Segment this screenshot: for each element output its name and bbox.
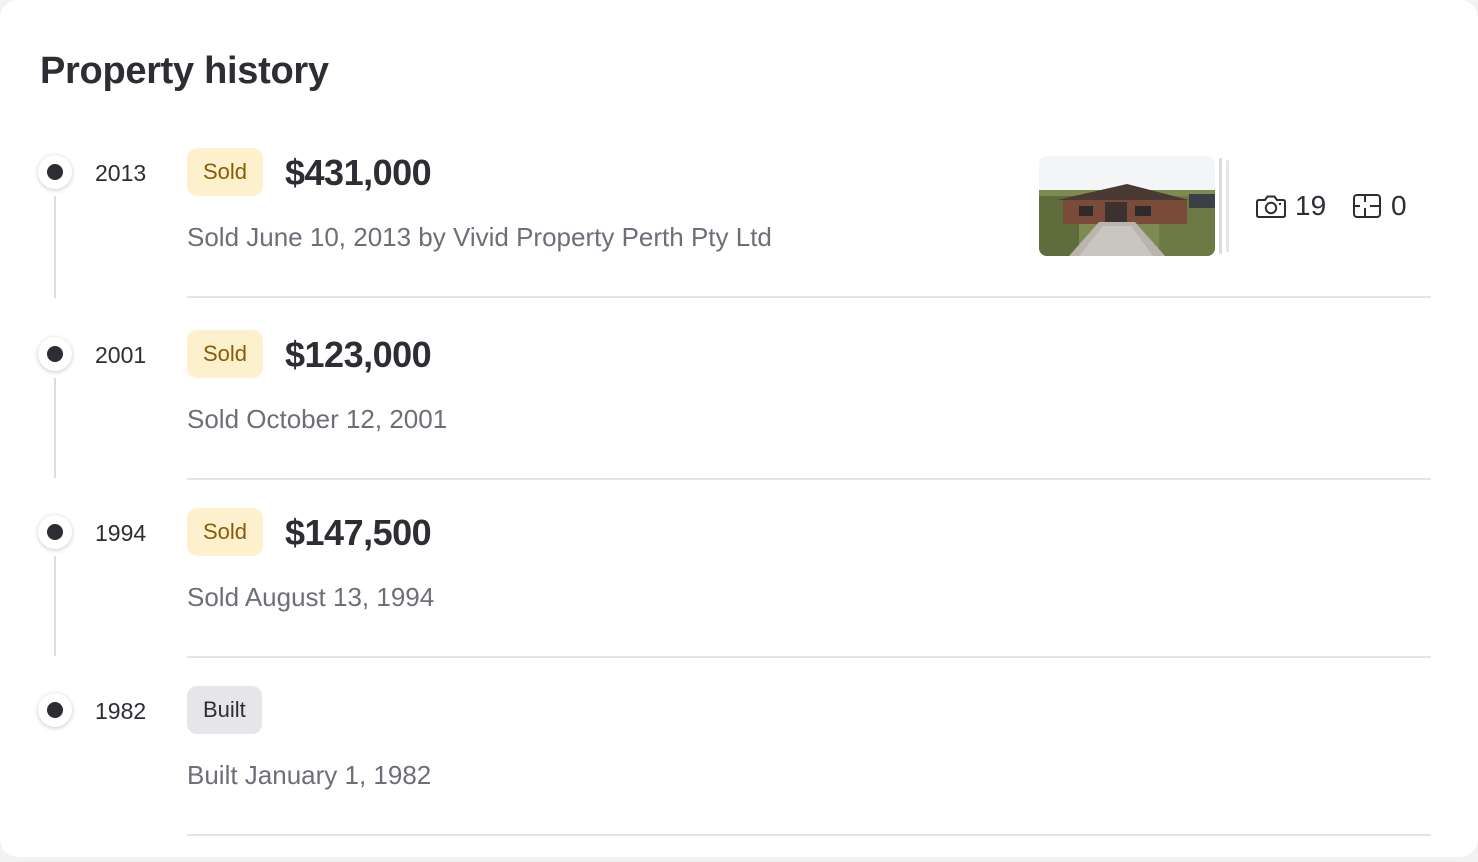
section-title: Property history: [40, 50, 329, 92]
timeline-line: [54, 378, 56, 478]
property-photo-thumbnail[interactable]: [1039, 156, 1215, 256]
thumbnail-stack-edge: [1219, 158, 1222, 254]
history-entry: 1994 Sold $147,500 Sold August 13, 1994: [0, 506, 1478, 684]
entry-divider: [187, 296, 1431, 298]
entry-year: 2001: [95, 342, 147, 368]
entry-description: Sold August 13, 1994: [187, 582, 435, 612]
status-badge: Sold: [187, 148, 264, 196]
property-history-card: Property history 2013 Sold $431,000 Sold…: [0, 0, 1478, 857]
history-entry: 2001 Sold $123,000 Sold October 12, 2001: [0, 328, 1478, 506]
entry-year: 1982: [95, 698, 147, 724]
history-entry: 2013 Sold $431,000 Sold June 10, 2013 by…: [0, 146, 1478, 324]
timeline-dot-icon: [38, 515, 72, 549]
thumbnail-stack-edge: [1226, 160, 1229, 252]
entry-divider: [187, 478, 1431, 480]
entry-price: $431,000: [285, 152, 432, 193]
floorplan-count-button[interactable]: 0: [1351, 190, 1407, 222]
entry-year: 1994: [95, 520, 147, 546]
photo-count: 19: [1295, 190, 1327, 221]
timeline-line: [54, 556, 56, 656]
camera-icon: [1256, 195, 1286, 218]
floorplan-count: 0: [1391, 190, 1407, 221]
floorplan-icon: [1353, 194, 1381, 218]
entry-year: 2013: [95, 160, 147, 186]
timeline-dot-icon: [38, 337, 72, 371]
timeline-dot-icon: [38, 693, 72, 727]
status-badge: Sold: [187, 508, 264, 556]
timeline-line: [54, 196, 56, 298]
entry-divider: [187, 834, 1431, 836]
entry-divider: [187, 656, 1431, 658]
entry-description: Sold October 12, 2001: [187, 404, 448, 434]
photo-count-button[interactable]: 19: [1255, 190, 1326, 222]
history-entry: 1982 Built Built January 1, 1982: [0, 684, 1478, 862]
entry-description: Sold June 10, 2013 by Vivid Property Per…: [187, 222, 772, 252]
status-badge: Sold: [187, 330, 264, 378]
entry-description: Built January 1, 1982: [187, 760, 432, 790]
timeline-dot-icon: [38, 155, 72, 189]
status-badge: Built: [187, 686, 262, 734]
entry-price: $123,000: [285, 334, 432, 375]
entry-price: $147,500: [285, 512, 432, 553]
house-photo: [1039, 156, 1215, 256]
